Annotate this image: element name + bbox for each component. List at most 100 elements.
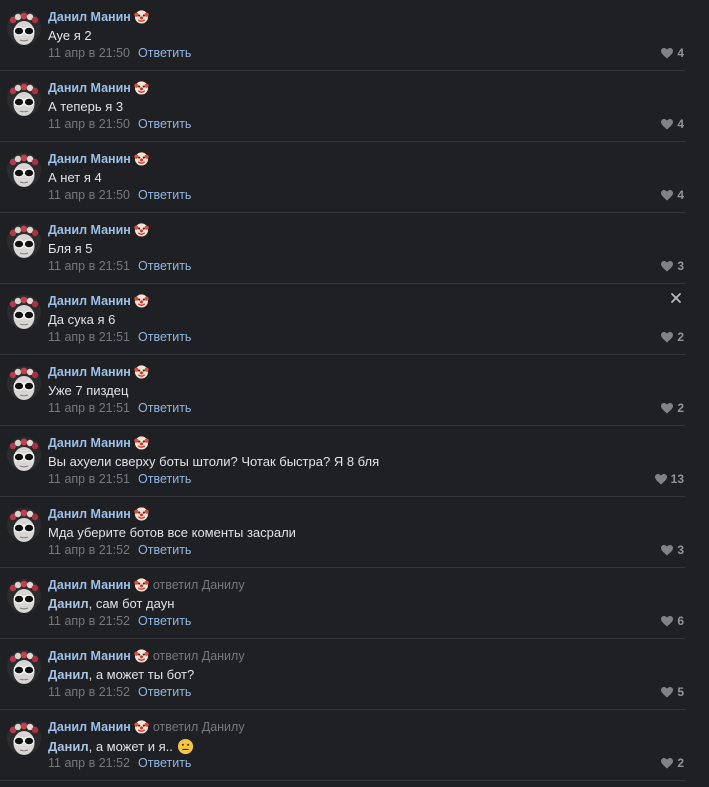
author-name[interactable]: Данил Манин <box>48 649 131 663</box>
reply-to-label[interactable]: ответил Данилу <box>153 649 245 663</box>
heart-icon <box>661 616 674 627</box>
reply-button[interactable]: Ответить <box>138 756 191 770</box>
comment-body: , сам бот даун <box>88 596 175 611</box>
comment-item: Данил Манин ответил Данилу Данил, а може… <box>0 639 709 710</box>
mention-link[interactable]: Данил <box>48 667 89 682</box>
like-count: 2 <box>677 756 684 770</box>
reply-button[interactable]: Ответить <box>138 46 191 60</box>
comment-header: Данил Манин ответил Данилу <box>48 719 245 735</box>
comment-meta: 11 апр в 21:50 Ответить <box>48 188 191 203</box>
comment-date[interactable]: 11 апр в 21:50 <box>48 46 130 60</box>
comment-text: Данил, а может ты бот? <box>48 667 194 683</box>
heart-icon <box>661 261 674 272</box>
heart-icon <box>661 403 674 414</box>
neutral-face-emoji-icon <box>177 738 193 755</box>
reply-button[interactable]: Ответить <box>138 401 191 415</box>
comment-date[interactable]: 11 апр в 21:51 <box>48 472 130 486</box>
heart-icon <box>654 474 667 485</box>
like-button[interactable]: 13 <box>654 472 684 487</box>
comment-date[interactable]: 11 апр в 21:51 <box>48 259 130 273</box>
author-name[interactable]: Данил Манин <box>48 720 131 734</box>
reply-button[interactable]: Ответить <box>138 543 191 557</box>
avatar-image <box>7 508 41 542</box>
author-name[interactable]: Данил Манин <box>48 81 131 95</box>
like-button[interactable]: 4 <box>661 188 684 203</box>
comment-body: А нет я 4 <box>48 170 102 185</box>
author-name[interactable]: Данил Манин <box>48 578 131 592</box>
like-count: 3 <box>677 543 684 557</box>
author-name[interactable]: Данил Манин <box>48 436 131 450</box>
like-count: 4 <box>677 117 684 131</box>
avatar[interactable] <box>7 437 41 471</box>
like-count: 4 <box>677 46 684 60</box>
reply-button[interactable]: Ответить <box>138 472 191 486</box>
comment-meta: 11 апр в 21:50 Ответить <box>48 117 191 132</box>
like-count: 4 <box>677 188 684 202</box>
author-name[interactable]: Данил Манин <box>48 10 131 24</box>
avatar[interactable] <box>7 295 41 329</box>
comment-date[interactable]: 11 апр в 21:52 <box>48 685 130 699</box>
like-button[interactable]: 2 <box>661 330 684 345</box>
avatar[interactable] <box>7 82 41 116</box>
comment-header: Данил Манин <box>48 364 153 380</box>
comment-text: Ауе я 2 <box>48 28 92 44</box>
avatar-image <box>7 153 41 187</box>
comment-date[interactable]: 11 апр в 21:50 <box>48 117 130 131</box>
heart-icon <box>661 190 674 201</box>
avatar-image <box>7 295 41 329</box>
avatar[interactable] <box>7 11 41 45</box>
avatar[interactable] <box>7 650 41 684</box>
comment-body: Вы ахуели сверху боты штоли? Чотак быстр… <box>48 454 380 469</box>
author-name[interactable]: Данил Манин <box>48 223 131 237</box>
reply-button[interactable]: Ответить <box>138 259 191 273</box>
like-button[interactable]: 2 <box>661 756 684 771</box>
like-button[interactable]: 4 <box>661 117 684 132</box>
like-button[interactable]: 6 <box>661 614 684 629</box>
comment-date[interactable]: 11 апр в 21:51 <box>48 401 130 415</box>
comment-date[interactable]: 11 апр в 21:52 <box>48 543 130 557</box>
reply-button[interactable]: Ответить <box>138 685 191 699</box>
like-button[interactable]: 3 <box>661 259 684 274</box>
author-name[interactable]: Данил Манин <box>48 152 131 166</box>
clown-emoji-icon <box>134 365 149 379</box>
mention-link[interactable]: Данил <box>48 596 89 611</box>
heart-icon <box>661 687 674 698</box>
like-button[interactable]: 4 <box>661 46 684 61</box>
author-name[interactable]: Данил Манин <box>48 294 131 308</box>
comment-item: Данил Манин Бля я 5 11 апр в 21:51 Ответи… <box>0 213 709 284</box>
author-name[interactable]: Данил Манин <box>48 365 131 379</box>
avatar-image <box>7 224 41 258</box>
avatar[interactable] <box>7 721 41 755</box>
like-button[interactable]: 3 <box>661 543 684 558</box>
comment-date[interactable]: 11 апр в 21:50 <box>48 188 130 202</box>
comment-header: Данил Манин <box>48 9 153 25</box>
author-name[interactable]: Данил Манин <box>48 507 131 521</box>
comment-date[interactable]: 11 апр в 21:51 <box>48 330 130 344</box>
comment-header: Данил Манин <box>48 80 153 96</box>
comment-date[interactable]: 11 апр в 21:52 <box>48 756 130 770</box>
comment-meta: 11 апр в 21:51 Ответить <box>48 330 191 345</box>
mention-link[interactable]: Данил <box>48 739 89 754</box>
avatar[interactable] <box>7 224 41 258</box>
close-icon[interactable] <box>669 291 683 305</box>
reply-button[interactable]: Ответить <box>138 188 191 202</box>
comment-date[interactable]: 11 апр в 21:52 <box>48 614 130 628</box>
avatar[interactable] <box>7 366 41 400</box>
reply-to-label[interactable]: ответил Данилу <box>153 578 245 592</box>
reply-to-label[interactable]: ответил Данилу <box>153 720 245 734</box>
reply-button[interactable]: Ответить <box>138 117 191 131</box>
reply-button[interactable]: Ответить <box>138 614 191 628</box>
comment-meta: 11 апр в 21:51 Ответить <box>48 259 191 274</box>
comment-text: Вы ахуели сверху боты штоли? Чотак быстр… <box>48 454 379 470</box>
like-button[interactable]: 2 <box>661 401 684 416</box>
like-button[interactable]: 5 <box>661 685 684 700</box>
comment-meta: 11 апр в 21:50 Ответить <box>48 46 191 61</box>
reply-button[interactable]: Ответить <box>138 330 191 344</box>
avatar[interactable] <box>7 579 41 613</box>
avatar[interactable] <box>7 153 41 187</box>
comment-header: Данил Манин <box>48 151 153 167</box>
avatar[interactable] <box>7 508 41 542</box>
comment-body: , а может и я.. <box>88 739 173 754</box>
comment-text: Данил, сам бот даун <box>48 596 174 612</box>
comment-item: Данил Манин Ауе я 2 11 апр в 21:50 Ответи… <box>0 0 709 71</box>
